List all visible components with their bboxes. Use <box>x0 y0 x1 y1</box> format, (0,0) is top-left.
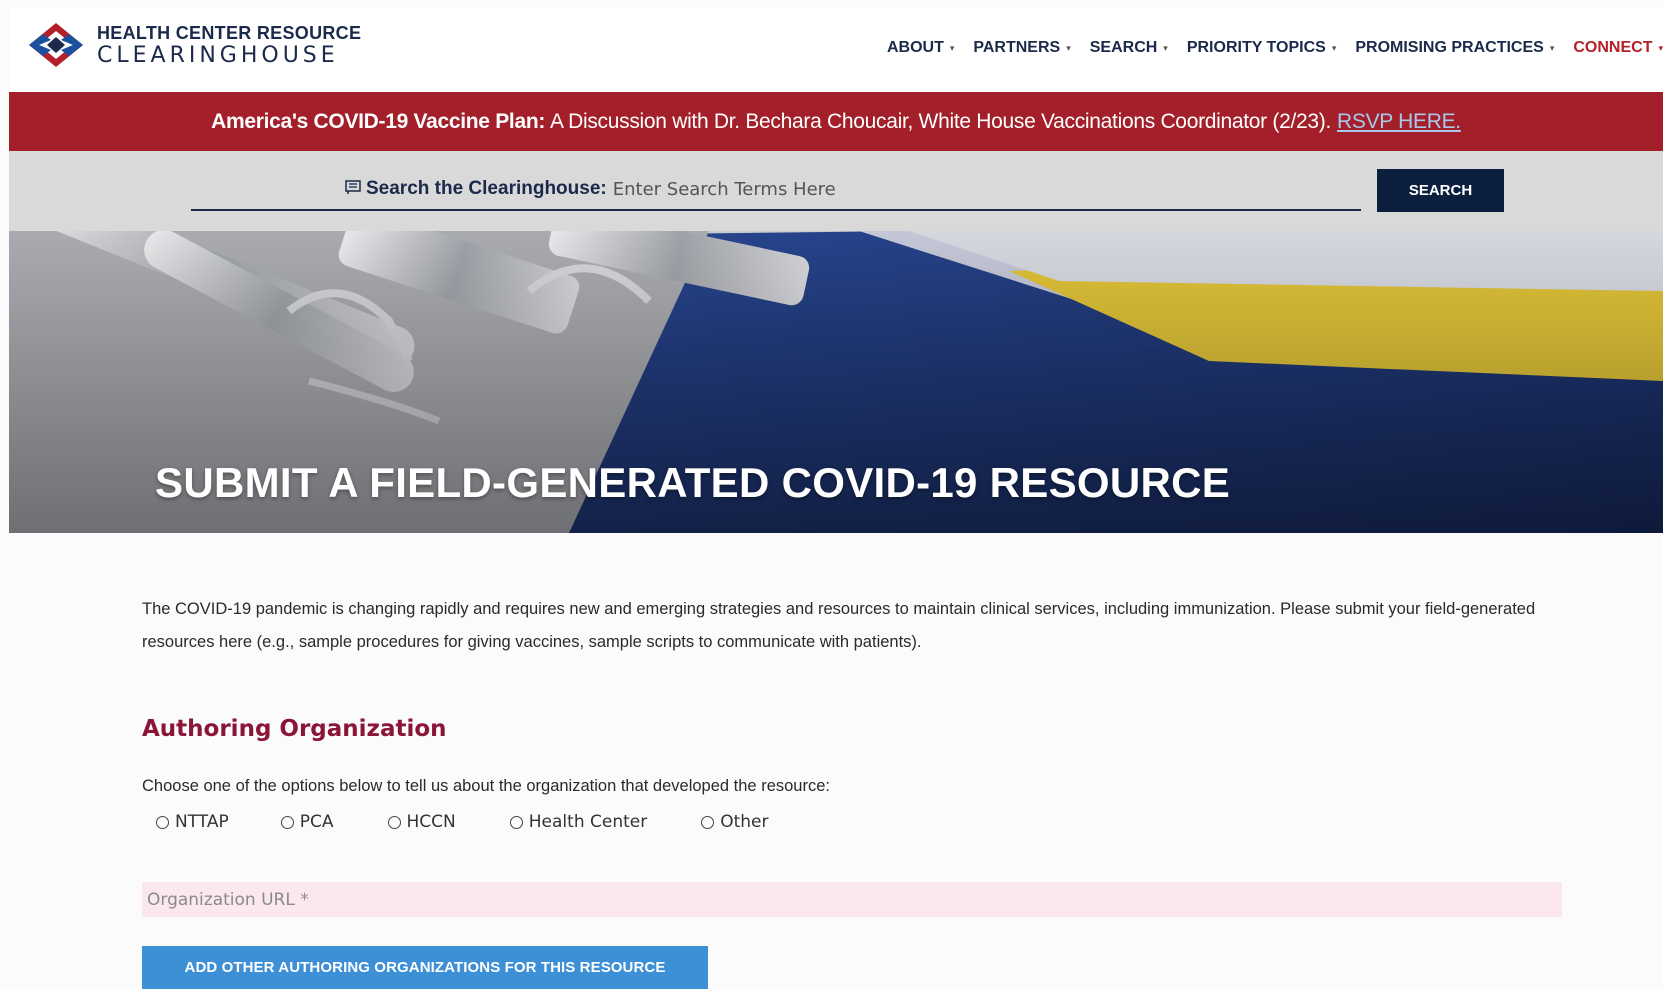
search-input[interactable] <box>612 178 1213 200</box>
nav-connect-label: CONNECT <box>1573 39 1653 56</box>
choose-instructions: Choose one of the options below to tell … <box>142 777 830 795</box>
radio-hccn[interactable]: HCCN <box>387 812 456 832</box>
announcement-bar: America's COVID-19 Vaccine Plan: A Discu… <box>9 92 1663 151</box>
page: HEALTH CENTER RESOURCE CLEARINGHOUSE ABO… <box>0 0 1663 989</box>
nav-priority-topics-label: PRIORITY TOPICS <box>1186 39 1326 56</box>
site-header: HEALTH CENTER RESOURCE CLEARINGHOUSE ABO… <box>9 7 1663 92</box>
radio-label: Health Center <box>528 812 648 832</box>
nav-search[interactable]: SEARCH ▾ <box>1090 39 1168 57</box>
announcement-text: A Discussion with Dr. Bechara Choucair, … <box>550 109 1331 133</box>
authoring-organization-heading: Authoring Organization <box>142 716 447 742</box>
radio-circle-icon <box>387 815 401 829</box>
main-nav: ABOUT ▾ PARTNERS ▾ SEARCH ▾ PRIORITY TOP… <box>868 39 1663 57</box>
radio-circle-icon <box>280 815 294 829</box>
chevron-down-icon: ▾ <box>1658 42 1663 53</box>
logo-title: HEALTH CENTER RESOURCE <box>97 22 362 43</box>
rsvp-link[interactable]: RSVP HERE. <box>1337 110 1461 134</box>
nav-about-label: ABOUT <box>886 39 944 56</box>
radio-nttap[interactable]: NTTAP <box>156 812 229 832</box>
radio-label: NTTAP <box>175 812 229 832</box>
organization-url-input[interactable] <box>142 882 1562 917</box>
radio-circle-icon <box>156 815 169 829</box>
nav-about[interactable]: ABOUT ▾ <box>887 39 954 57</box>
chevron-down-icon: ▾ <box>1331 42 1337 53</box>
chevron-down-icon: ▾ <box>1549 42 1555 53</box>
nav-priority-topics[interactable]: PRIORITY TOPICS ▾ <box>1187 39 1337 57</box>
radio-label: Other <box>720 812 769 832</box>
search-button[interactable]: SEARCH <box>1377 169 1504 212</box>
search-bar: Search the Clearinghouse: SEARCH <box>9 151 1663 231</box>
announcement-bold: America's COVID-19 Vaccine Plan: <box>211 109 546 133</box>
nav-search-label: SEARCH <box>1089 39 1158 56</box>
hero-banner: SUBMIT A FIELD-GENERATED COVID-19 RESOUR… <box>9 231 1663 533</box>
chevron-down-icon: ▾ <box>949 42 955 53</box>
list-icon <box>345 179 361 199</box>
radio-circle-icon <box>701 815 715 829</box>
radio-other[interactable]: Other <box>701 812 769 832</box>
page-title: SUBMIT A FIELD-GENERATED COVID-19 RESOUR… <box>155 459 1231 506</box>
intro-paragraph: The COVID-19 pandemic is changing rapidl… <box>142 600 1536 651</box>
organization-type-radio-group: NTTAP PCA HCCN Health Center Other <box>156 812 769 832</box>
radio-label: HCCN <box>406 812 456 832</box>
radio-label: PCA <box>299 812 334 832</box>
search-field: Search the Clearinghouse: <box>191 169 1361 211</box>
radio-health-center[interactable]: Health Center <box>509 812 648 832</box>
radio-pca[interactable]: PCA <box>280 812 334 832</box>
nav-promising-practices[interactable]: PROMISING PRACTICES ▾ <box>1355 39 1554 57</box>
add-authoring-organization-button[interactable]: ADD OTHER AUTHORING ORGANIZATIONS FOR TH… <box>142 946 708 989</box>
nav-promising-practices-label: PROMISING PRACTICES <box>1355 39 1544 56</box>
radio-circle-icon <box>509 815 523 829</box>
logo-mark-icon <box>29 23 83 67</box>
logo-subtitle: CLEARINGHOUSE <box>97 42 339 68</box>
search-label: Search the Clearinghouse: <box>366 178 607 199</box>
nav-partners[interactable]: PARTNERS ▾ <box>973 39 1070 57</box>
nav-partners-label: PARTNERS <box>973 39 1061 56</box>
nav-connect[interactable]: CONNECT ▾ <box>1573 39 1663 57</box>
chevron-down-icon: ▾ <box>1163 42 1168 53</box>
chevron-down-icon: ▾ <box>1066 42 1071 53</box>
site-logo[interactable]: HEALTH CENTER RESOURCE CLEARINGHOUSE <box>25 21 361 69</box>
